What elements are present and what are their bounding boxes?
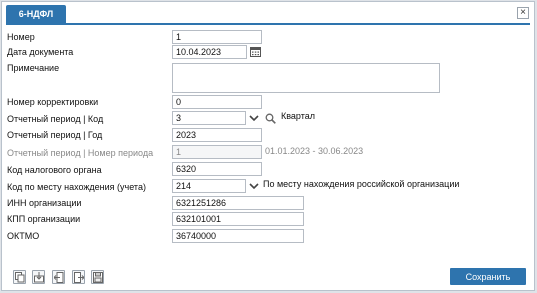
chevron-down-icon[interactable] [249,114,259,122]
period-number-input: 1 [172,145,262,159]
period-code-hint: Квартал [281,111,316,121]
save-button[interactable]: Сохранить [450,268,526,285]
doc-date-label: Дата документа [7,47,74,57]
period-number-label: Отчетный период | Номер периода [7,148,154,158]
oktmo-label: ОКТМО [7,231,40,241]
note-label: Примечание [7,63,60,73]
export-right-icon[interactable] [72,270,85,284]
tax-authority-code-label: Код налогового органа [7,165,102,175]
period-range-text: 01.01.2023 - 30.06.2023 [265,146,364,156]
period-year-input[interactable]: 2023 [172,128,262,142]
period-year-label: Отчетный период | Год [7,130,103,140]
kpp-label: КПП организации [7,214,81,224]
tax-authority-code-input[interactable]: 6320 [172,162,262,176]
number-input[interactable]: 1 [172,30,262,44]
period-code-select[interactable]: 3 [172,111,246,125]
chevron-down-icon[interactable] [249,182,259,190]
tab-underline [6,23,530,25]
tab-6ndfl[interactable]: 6-НДФЛ [6,5,66,23]
import-icon[interactable] [32,270,45,284]
doc-date-input[interactable]: 10.04.2023 [172,45,247,59]
oktmo-input[interactable]: 36740000 [172,229,304,243]
search-icon[interactable] [265,113,276,124]
close-icon[interactable]: × [517,7,529,19]
inn-label: ИНН организации [7,198,82,208]
save-disk-icon[interactable] [91,270,104,284]
correction-number-label: Номер корректировки [7,97,99,107]
location-code-label: Код по месту нахождения (учета) [7,182,146,192]
period-code-label: Отчетный период | Код [7,114,104,124]
export-left-icon[interactable] [52,270,65,284]
kpp-input[interactable]: 632101001 [172,212,304,226]
inn-input[interactable]: 6321251286 [172,196,304,210]
note-textarea[interactable] [172,63,440,93]
number-label: Номер [7,32,35,42]
copy-icon[interactable] [13,270,26,284]
location-code-hint: По месту нахождения российской организац… [263,179,460,189]
calendar-icon[interactable] [250,46,261,57]
correction-number-input[interactable]: 0 [172,95,262,109]
location-code-select[interactable]: 214 [172,179,246,193]
